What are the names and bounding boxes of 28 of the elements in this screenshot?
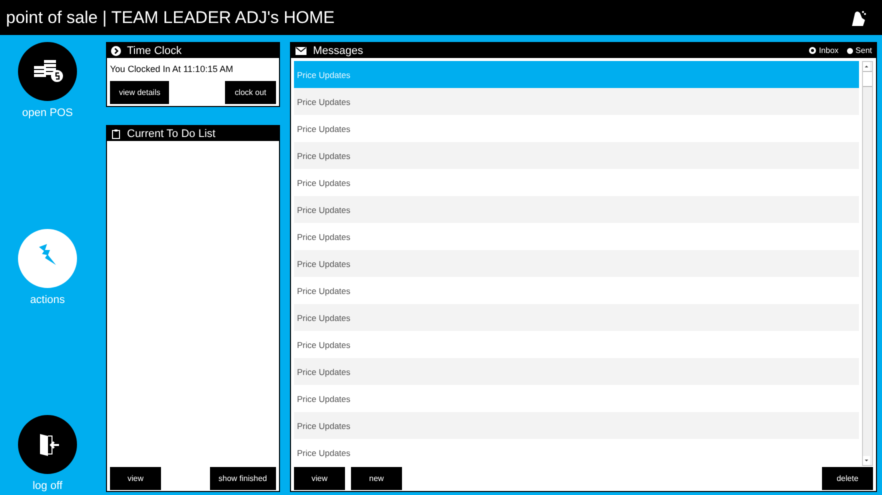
message-row[interactable]: Price Updates (294, 196, 859, 223)
clipboard-icon (111, 128, 121, 138)
panel-title: Time Clock (127, 44, 182, 56)
scroll-down-icon[interactable] (863, 456, 870, 465)
scrollbar[interactable] (862, 61, 873, 466)
view-button[interactable]: view (110, 467, 161, 490)
envelope-icon (295, 46, 307, 56)
scroll-thumb[interactable] (863, 71, 872, 87)
message-row[interactable]: Price Updates (294, 358, 859, 385)
message-row[interactable]: Price Updates (294, 250, 859, 277)
message-row[interactable]: Price Updates (294, 88, 859, 115)
clock-in-status: You Clocked In At 11:10:15 AM (110, 64, 234, 74)
panel-title: Current To Do List (127, 128, 216, 140)
message-row[interactable]: Price Updates (294, 412, 859, 439)
inbox-radio[interactable]: Inbox (808, 46, 839, 55)
clock-icon (111, 46, 121, 56)
page-title: point of sale | TEAM LEADER ADJ's HOME (6, 8, 335, 28)
view-details-button[interactable]: view details (110, 81, 170, 104)
message-row[interactable]: Price Updates (294, 142, 859, 169)
show-finished-button[interactable]: show finished (210, 467, 276, 490)
clock-out-button[interactable]: clock out (225, 81, 276, 104)
delete-button[interactable]: delete (822, 467, 873, 490)
message-row[interactable]: Price Updates (294, 304, 859, 331)
panel-title: Messages (313, 44, 364, 56)
scroll-up-icon[interactable] (863, 62, 870, 71)
new-button[interactable]: new (351, 467, 402, 490)
sent-radio[interactable]: Sent (846, 46, 872, 55)
view-button[interactable]: view (294, 467, 345, 490)
